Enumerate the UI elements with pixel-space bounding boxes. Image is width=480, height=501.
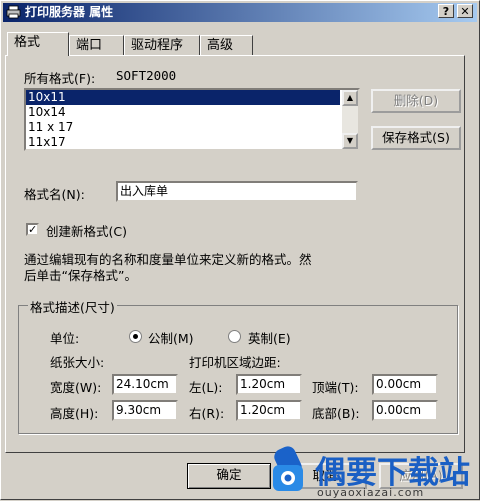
tab-ports[interactable]: 端口 [69, 35, 124, 55]
right-margin-label: 右(R): [189, 406, 225, 421]
list-item[interactable]: 11x17 [26, 135, 340, 150]
paper-size-label: 纸张大小: [50, 355, 105, 370]
forms-tab-panel: 所有格式(F): SOFT2000 10x11 10x14 11 x 17 11… [5, 55, 465, 453]
properties-dialog: 打印服务器 属性 ? ✕ 格式 端口 驱动程序 高级 所有格式(F): SOFT… [0, 0, 480, 500]
measurements-group-label: 格式描述(尺寸) [28, 297, 117, 316]
all-forms-label: 所有格式(F): [24, 71, 96, 86]
printer-margins-label: 打印机区域边距: [189, 355, 281, 370]
english-radio[interactable] [228, 330, 241, 343]
list-item[interactable]: 10x11 [26, 90, 340, 105]
units-label: 单位: [50, 331, 80, 346]
list-scrollbar[interactable]: ▲ ▼ [342, 90, 358, 149]
form-name-field[interactable]: 出入库单 [116, 181, 358, 202]
metric-radio[interactable] [129, 330, 142, 343]
window-title: 打印服务器 属性 [25, 5, 114, 19]
width-label: 宽度(W): [50, 380, 102, 395]
forms-listbox[interactable]: 10x11 10x14 11 x 17 11x17 ▲ ▼ [24, 88, 360, 151]
metric-label: 公制(M) [148, 331, 194, 346]
save-form-button[interactable]: 保存格式(S) [371, 126, 461, 150]
create-new-label: 创建新格式(C) [46, 224, 127, 239]
help-button[interactable]: ? [438, 4, 454, 18]
description-line-2: 后单击“保存格式”。 [24, 268, 137, 283]
top-margin-label: 顶端(T): [312, 380, 359, 395]
watermark-logo-icon [273, 446, 303, 491]
close-button[interactable]: ✕ [457, 4, 473, 18]
bottom-margin-label: 底部(B): [312, 406, 360, 421]
tab-advanced[interactable]: 高级 [200, 35, 253, 55]
top-margin-field[interactable]: 0.00cm [372, 374, 438, 395]
server-name: SOFT2000 [116, 68, 177, 83]
form-name-label: 格式名(N): [24, 187, 85, 202]
tab-forms[interactable]: 格式 [7, 32, 69, 56]
ok-button[interactable]: 确定 [187, 463, 271, 489]
delete-button[interactable]: 删除(D) [371, 89, 461, 113]
english-label: 英制(E) [248, 331, 291, 346]
scroll-up-icon[interactable]: ▲ [342, 90, 358, 106]
list-item[interactable]: 11 x 17 [26, 120, 340, 135]
scroll-down-icon[interactable]: ▼ [342, 133, 358, 149]
right-margin-field[interactable]: 1.20cm [236, 400, 302, 421]
printer-icon [6, 5, 21, 19]
watermark-url: ouyaoxiazai.com [317, 486, 425, 499]
bottom-margin-field[interactable]: 0.00cm [372, 400, 438, 421]
tab-drivers[interactable]: 驱动程序 [124, 35, 200, 55]
height-label: 高度(H): [50, 406, 99, 421]
watermark: 偶要下载站 ouyaoxiazai.com [263, 441, 480, 501]
title-bar[interactable]: 打印服务器 属性 [3, 3, 477, 22]
width-field[interactable]: 24.10cm [112, 374, 178, 395]
left-margin-label: 左(L): [189, 380, 223, 395]
height-field[interactable]: 9.30cm [112, 400, 178, 421]
left-margin-field[interactable]: 1.20cm [236, 374, 302, 395]
create-new-checkbox[interactable]: ✓ [26, 223, 39, 236]
list-item[interactable]: 10x14 [26, 105, 340, 120]
